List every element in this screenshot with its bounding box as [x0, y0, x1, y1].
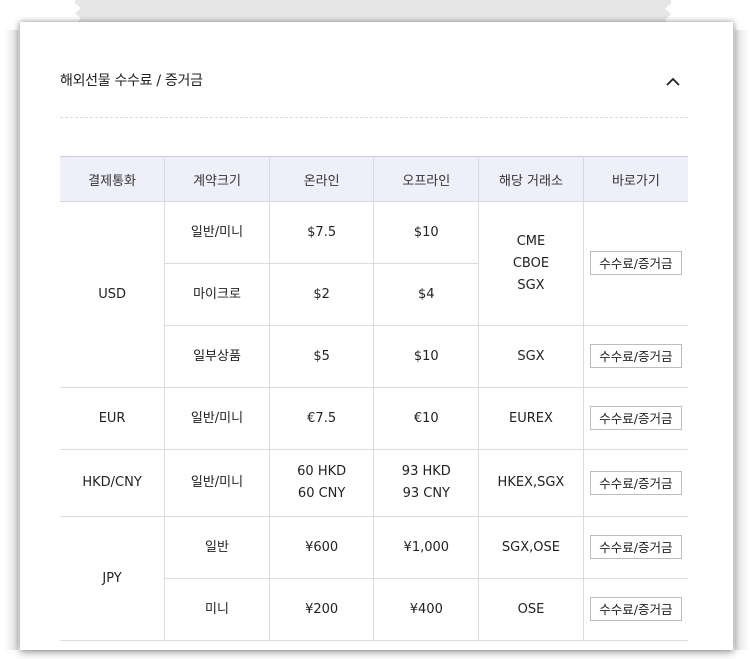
exchange-cell: OSE — [478, 578, 584, 641]
page-shadow-right — [735, 30, 749, 650]
currency-cell: EUR — [60, 387, 166, 450]
table-header-row: 결제통화 계약크기 온라인 오프라인 해당 거래소 바로가기 — [60, 156, 688, 202]
table-row: EUR 일반/미니 €7.5 €10 EUREX 수수료/증거금 — [60, 387, 688, 450]
offline-cell: $10 — [373, 325, 480, 388]
shortcut-cell: 수수료/증거금 — [582, 449, 688, 517]
exchange-line: CME — [516, 233, 546, 249]
fee-margin-button[interactable]: 수수료/증거금 — [590, 535, 682, 559]
page-shadow-left — [4, 30, 18, 650]
fee-margin-button[interactable]: 수수료/증거금 — [590, 406, 682, 430]
exchange-cell: SGX — [478, 325, 584, 388]
exchange-cell: CME CBOE SGX — [478, 201, 584, 326]
fee-margin-button[interactable]: 수수료/증거금 — [590, 470, 682, 495]
currency-cell: JPY — [60, 516, 166, 641]
online-cell: $5 — [268, 325, 375, 388]
online-cell: ¥600 — [268, 516, 375, 579]
offline-cell: 93 HKD 93 CNY — [373, 449, 480, 517]
shortcut-cell: 수수료/증거금 — [582, 201, 688, 326]
chevron-up-icon[interactable] — [663, 72, 683, 92]
size-cell: 일반/미니 — [164, 449, 270, 517]
table-row: USD 일반/미니 $7.5 $10 CME CBOE SGX 수수료/증거금 — [60, 201, 688, 388]
header-offline: 오프라인 — [373, 156, 480, 202]
size-cell: 일반 — [164, 516, 270, 579]
fee-margin-button[interactable]: 수수료/증거금 — [590, 251, 682, 275]
offline-cell: $4 — [373, 263, 480, 326]
online-cell: $2 — [268, 263, 375, 326]
header-shortcut: 바로가기 — [582, 156, 688, 202]
header-contract-size: 계약크기 — [164, 156, 270, 202]
offline-cell: $10 — [373, 201, 480, 264]
offline-cell: ¥400 — [373, 578, 480, 641]
offline-cell: €10 — [373, 387, 480, 450]
exchange-cell: SGX,OSE — [478, 516, 584, 579]
offline-cell: ¥1,000 — [373, 516, 480, 579]
online-line: 60 HKD — [297, 464, 347, 479]
offline-line: 93 HKD — [401, 464, 451, 479]
fee-margin-button[interactable]: 수수료/증거금 — [590, 597, 682, 621]
fee-table: 결제통화 계약크기 온라인 오프라인 해당 거래소 바로가기 USD 일반/미니… — [60, 156, 688, 641]
fee-margin-button[interactable]: 수수료/증거금 — [590, 344, 682, 368]
size-cell: 마이크로 — [164, 263, 270, 326]
size-cell: 일부상품 — [164, 325, 270, 388]
exchange-line: CBOE — [512, 255, 550, 271]
fee-card: 해외선물 수수료 / 증거금 결제통화 계약크기 온라인 오프라인 해당 거래소… — [20, 22, 733, 650]
size-cell: 미니 — [164, 578, 270, 641]
exchange-cell: HKEX,SGX — [478, 449, 584, 517]
size-cell: 일반/미니 — [164, 201, 270, 264]
offline-line: 93 CNY — [402, 486, 450, 501]
exchange-cell: EUREX — [478, 387, 584, 450]
currency-cell: USD — [60, 201, 166, 388]
table-row: JPY 일반 ¥600 ¥1,000 SGX,OSE 수수료/증거금 — [60, 516, 688, 641]
online-cell: $7.5 — [268, 201, 375, 264]
shortcut-cell: 수수료/증거금 — [582, 325, 688, 388]
section-title: 해외선물 수수료 / 증거금 — [60, 73, 203, 89]
header-online: 온라인 — [268, 156, 375, 202]
exchange-line: SGX — [517, 277, 545, 293]
shortcut-cell: 수수료/증거금 — [582, 578, 688, 641]
currency-cell: HKD/CNY — [60, 449, 166, 517]
online-cell: ¥200 — [268, 578, 375, 641]
online-cell: 60 HKD 60 CNY — [268, 449, 375, 517]
size-cell: 일반/미니 — [164, 387, 270, 450]
shortcut-cell: 수수료/증거금 — [582, 387, 688, 450]
header-currency: 결제통화 — [60, 156, 166, 202]
divider — [60, 117, 688, 118]
shortcut-cell: 수수료/증거금 — [582, 516, 688, 579]
online-cell: €7.5 — [268, 387, 375, 450]
table-row: HKD/CNY 일반/미니 60 HKD 60 CNY 93 HKD 93 CN… — [60, 449, 688, 517]
header-exchange: 해당 거래소 — [478, 156, 584, 202]
online-line: 60 CNY — [297, 486, 346, 501]
